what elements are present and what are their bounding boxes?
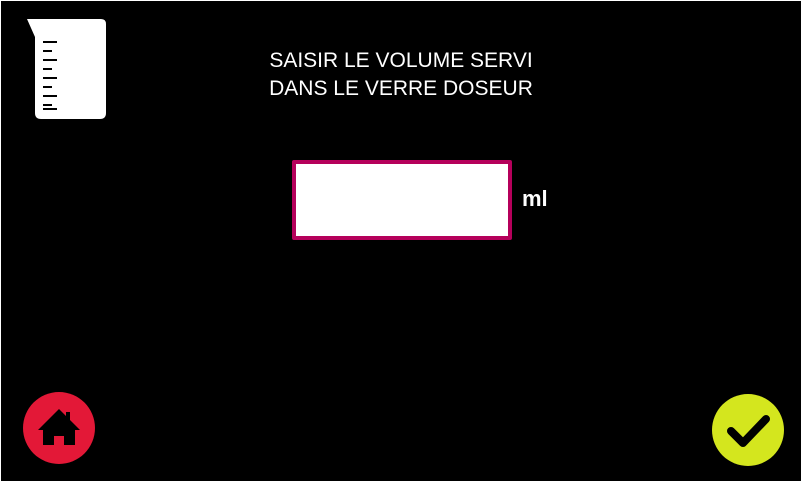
prompt-line-2: DANS LE VERRE DOSEUR bbox=[269, 77, 533, 100]
home-button[interactable] bbox=[23, 392, 95, 464]
prompt-line-1: SAISIR LE VOLUME SERVI bbox=[269, 49, 533, 72]
confirm-button[interactable] bbox=[712, 394, 784, 466]
checkmark-icon bbox=[727, 415, 770, 447]
measuring-cup-icon bbox=[27, 19, 106, 119]
prompt-text: SAISIR LE VOLUME SERVI DANS LE VERRE DOS… bbox=[201, 47, 601, 103]
screen: SAISIR LE VOLUME SERVI DANS LE VERRE DOS… bbox=[0, 0, 802, 482]
unit-label: ml bbox=[522, 186, 548, 211]
volume-input[interactable] bbox=[292, 160, 512, 240]
home-icon bbox=[38, 409, 80, 445]
